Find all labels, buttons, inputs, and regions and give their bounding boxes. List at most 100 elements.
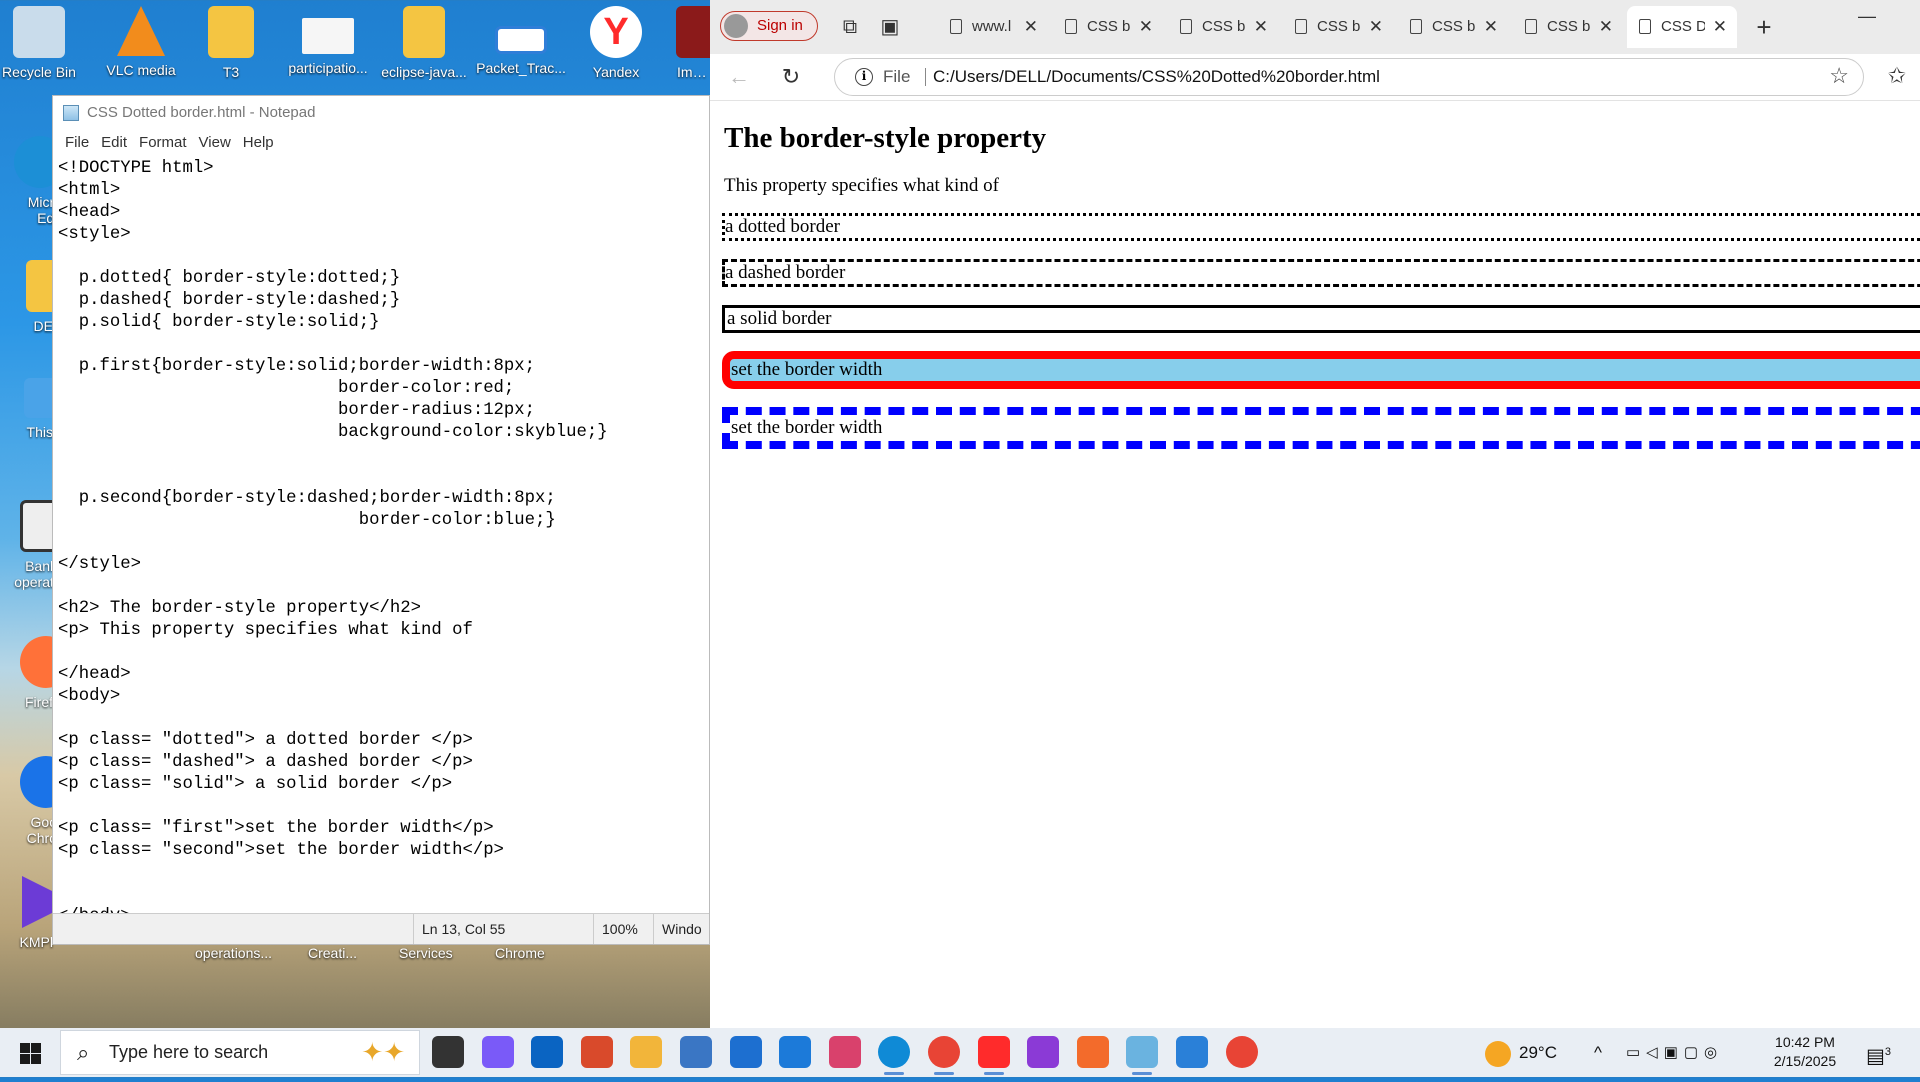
desktop-icon-label[interactable]: Services: [399, 945, 453, 961]
desktop-icon-vlc[interactable]: VLC media: [93, 0, 189, 95]
desktop-icons-top: Recycle Bin VLC media T3 participatio...…: [0, 0, 710, 95]
desktop-icon-chrome[interactable]: Goo Chro: [0, 750, 55, 860]
sign-in-button[interactable]: Sign in: [720, 11, 818, 41]
close-tab-icon[interactable]: ✕: [1713, 6, 1727, 48]
browser-tab[interactable]: www.l ✕: [938, 6, 1048, 48]
notepad-icon[interactable]: [1126, 1036, 1159, 1075]
browser-tab-active[interactable]: CSS D ✕: [1627, 6, 1737, 48]
menu-view[interactable]: View: [193, 130, 237, 156]
desktop-icon-dell[interactable]: DE: [0, 254, 55, 349]
browser-tab[interactable]: CSS b ✕: [1053, 6, 1163, 48]
intro-paragraph: This property specifies what kind of: [724, 175, 999, 196]
azure-icon[interactable]: [779, 1036, 812, 1068]
chrome-icon[interactable]: [928, 1036, 960, 1075]
info-icon[interactable]: i: [855, 68, 873, 86]
browser-window: Sign in ⧉ ▣ www.l ✕ CSS b ✕ CSS b ✕ CSS …: [710, 0, 1920, 1028]
close-tab-icon[interactable]: ✕: [1139, 6, 1153, 48]
browser-tab[interactable]: CSS b ✕: [1168, 6, 1278, 48]
close-tab-icon[interactable]: ✕: [1484, 6, 1498, 48]
yandex-icon[interactable]: [977, 1036, 1010, 1075]
menu-help[interactable]: Help: [237, 130, 280, 156]
new-tab-button[interactable]: +: [1750, 13, 1778, 41]
desktop-icon-yandex[interactable]: Y Yandex: [568, 0, 664, 95]
notepad-status-bar: Ln 13, Col 55 100% Windo: [53, 913, 709, 944]
close-tab-icon[interactable]: ✕: [1599, 6, 1613, 48]
collections-icon[interactable]: ⧉: [836, 13, 864, 41]
desktop-icon-label: participatio...: [288, 60, 368, 76]
notepad-icon: [63, 105, 79, 121]
xampp-icon[interactable]: [1076, 1036, 1109, 1068]
notification-count: 3: [1884, 1046, 1892, 1058]
notification-icon[interactable]: ▤3: [1866, 1028, 1891, 1077]
weather-widget[interactable]: 29°C: [1485, 1028, 1557, 1077]
system-tray-icons[interactable]: ▭◁▣▢◎: [1626, 1028, 1723, 1077]
notepad-title-bar[interactable]: CSS Dotted border.html - Notepad: [53, 96, 709, 130]
menu-format[interactable]: Format: [133, 130, 193, 156]
browser-tab[interactable]: CSS b ✕: [1283, 6, 1393, 48]
favorite-star-icon[interactable]: ☆: [1829, 63, 1849, 89]
taskbar-clock[interactable]: 10:42 PM 2/15/2025: [1760, 1033, 1850, 1071]
profile-avatar-icon: [724, 14, 748, 38]
desktop-icon-label[interactable]: Creati...: [308, 945, 357, 961]
address-url[interactable]: C:/Users/DELL/Documents/CSS%20Dotted%20b…: [933, 59, 1380, 95]
taskbar-search-box[interactable]: ⌕ Type here to search ✦✦: [60, 1030, 420, 1075]
desktop-icon-this-pc[interactable]: This: [0, 372, 55, 467]
dashed-border-paragraph: a dashed border: [722, 259, 1920, 287]
calculator-icon[interactable]: [680, 1036, 712, 1068]
desktop-icon-label[interactable]: operations...: [195, 945, 272, 961]
desktop-icon-label: This: [26, 424, 53, 440]
copilot-icon[interactable]: [481, 1036, 514, 1068]
desktop-icon-label[interactable]: Chrome: [495, 945, 545, 961]
task-view-icon[interactable]: [432, 1036, 464, 1068]
menu-file[interactable]: File: [59, 130, 95, 156]
browser-tab[interactable]: CSS b ✕: [1513, 6, 1623, 48]
desktop-icon-t3[interactable]: T3: [188, 0, 274, 95]
minimize-button[interactable]: —: [1858, 6, 1876, 27]
browser-tab[interactable]: CSS b ✕: [1398, 6, 1508, 48]
search-placeholder: Type here to search: [109, 1042, 269, 1062]
start-button[interactable]: [0, 1028, 60, 1077]
paint-icon[interactable]: [1176, 1036, 1208, 1068]
file-explorer-icon[interactable]: [630, 1036, 663, 1068]
desktop-icon-edge[interactable]: Micro Edg: [0, 130, 55, 240]
desktop-icon-participation[interactable]: participatio...: [282, 0, 374, 95]
desktop-icon-import[interactable]: Impo: [664, 0, 710, 95]
tab-title: CSS b: [1202, 18, 1246, 35]
copilot-sparkle-icon: ✦✦: [361, 1037, 405, 1067]
desktop-icon-eclipse[interactable]: eclipse-java...: [378, 0, 470, 95]
desktop-icon-bank-operations[interactable]: Bank operati: [0, 494, 55, 604]
snipping-tool-icon[interactable]: [828, 1036, 861, 1068]
desktop-icon-label: Impo: [677, 64, 709, 80]
page-icon: [1065, 19, 1077, 34]
tab-title: CSS b: [1317, 18, 1361, 35]
page-icon: [1180, 19, 1192, 34]
desktop-icon-label: Recycle Bin: [2, 64, 76, 80]
show-hidden-icons-chevron-icon[interactable]: ^: [1594, 1028, 1602, 1077]
desktop-icon-kmplayer[interactable]: KMPl: [0, 870, 55, 965]
notepad-code-text[interactable]: <!DOCTYPE html> <html> <head> <style> p.…: [53, 158, 709, 914]
mail-icon[interactable]: [729, 1036, 762, 1068]
notepad-editor[interactable]: <!DOCTYPE html> <html> <head> <style> p.…: [53, 158, 709, 914]
outlook-icon[interactable]: [531, 1036, 564, 1068]
desktop-icon-firefox[interactable]: Firef: [0, 630, 55, 725]
chrome-2-icon[interactable]: [1225, 1036, 1258, 1068]
weather-icon: [1485, 1040, 1511, 1067]
windows-logo-icon: [20, 1043, 30, 1053]
windows-logo-icon: [31, 1054, 41, 1064]
desktop-icon-label: DE: [33, 318, 53, 334]
vertical-tabs-icon[interactable]: ▣: [876, 13, 904, 41]
close-tab-icon[interactable]: ✕: [1024, 6, 1038, 48]
refresh-icon[interactable]: ↻: [776, 63, 806, 91]
close-tab-icon[interactable]: ✕: [1369, 6, 1383, 48]
app-red-icon[interactable]: [580, 1036, 613, 1068]
menu-edit[interactable]: Edit: [95, 130, 133, 156]
desktop-icon-packet-tracer[interactable]: Packet_Trac...: [474, 0, 568, 95]
edge-icon[interactable]: [878, 1036, 911, 1075]
close-tab-icon[interactable]: ✕: [1254, 6, 1268, 48]
desktop-icon-recycle-bin[interactable]: Recycle Bin: [0, 0, 87, 95]
status-zoom: 100%: [593, 914, 662, 944]
address-bar[interactable]: i File C:/Users/DELL/Documents/CSS%20Dot…: [834, 58, 1864, 96]
favorites-icon[interactable]: ✩: [1888, 63, 1906, 89]
back-arrow-icon[interactable]: ←: [724, 63, 754, 91]
app-mask-icon[interactable]: [1027, 1036, 1060, 1068]
